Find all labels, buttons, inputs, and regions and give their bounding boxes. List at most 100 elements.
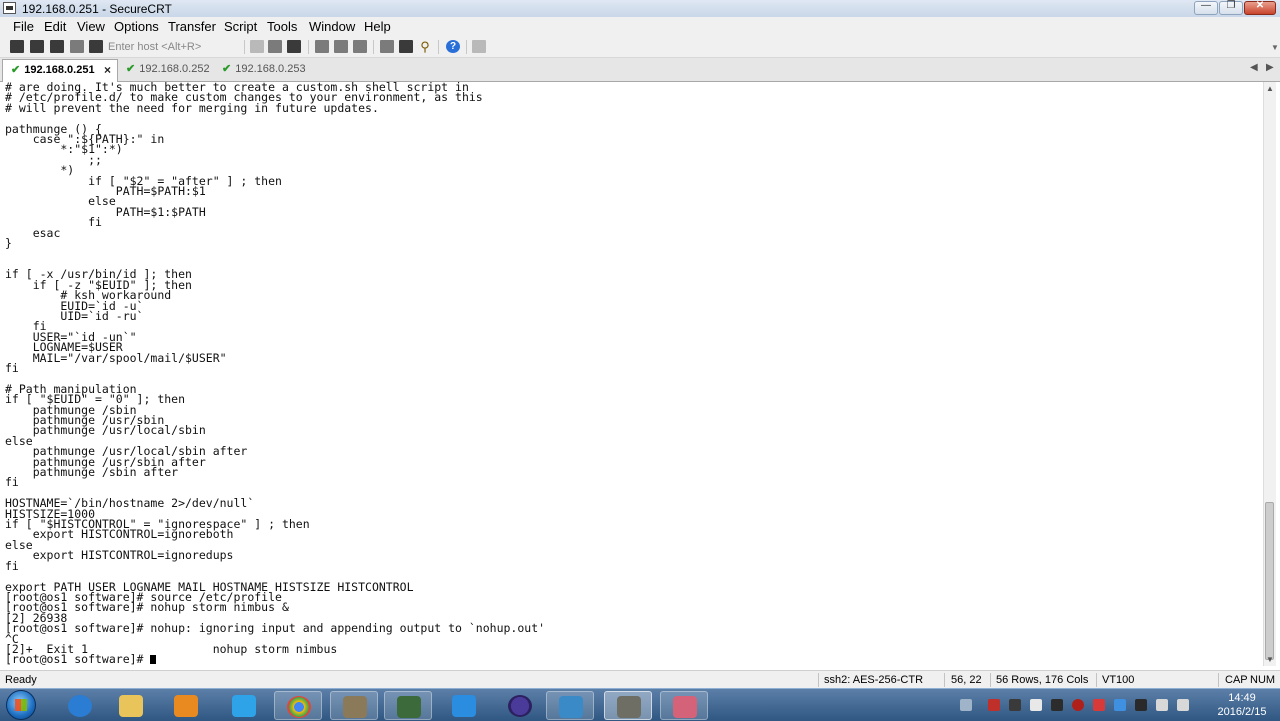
close-button[interactable]: ✕ [1244,0,1276,15]
connect-icon[interactable] [10,40,24,53]
session-options-icon[interactable] [380,40,394,53]
disconnect-icon[interactable] [89,40,103,53]
terminal-line: pathmunge /usr/sbin after [5,454,206,469]
terminal-line: PATH=$PATH:$1 [5,184,206,199]
status-ready: Ready [5,674,37,686]
close-tab-icon[interactable]: × [104,60,111,80]
start-button[interactable] [6,690,36,720]
tab-label: 192.168.0.253 [235,63,306,75]
media-player-icon [174,695,198,717]
print-icon[interactable] [315,40,329,53]
find-icon[interactable] [287,40,301,53]
global-options-icon[interactable] [399,40,413,53]
close-icon: ✕ [1255,0,1265,11]
scroll-down-icon[interactable]: ▼ [1266,655,1274,664]
tray-shield-icon[interactable] [1072,699,1084,711]
title-bar: 192.168.0.251 - SecureCRT — ❐ ✕ [0,0,1280,18]
quick-connect-icon[interactable] [30,40,44,53]
terminal-line: USER="`id -un`" [5,329,137,344]
tab-session-252[interactable]: ✔ 192.168.0.252 [118,59,216,80]
menu-file[interactable]: File [13,19,34,34]
menu-tools[interactable]: Tools [267,19,297,34]
windows-taskbar: 14:49 2016/2/15 [0,688,1280,721]
toolbar: ⚲ ? ▼ [0,37,1280,58]
scroll-up-icon[interactable]: ▲ [1266,84,1274,93]
taskbar-flower-app[interactable] [660,691,708,720]
system-clock[interactable]: 14:49 2016/2/15 [1212,691,1272,719]
terminal-line: EUID=`id -u` [5,298,144,313]
tray-windows-icon[interactable] [1030,699,1042,711]
taskbar-media-player[interactable] [162,691,210,720]
status-num-lock: NUM [1250,674,1276,686]
status-cipher: ssh2: AES-256-CTR [824,674,924,686]
securecrt-app-icon[interactable] [3,2,16,14]
terminal-output[interactable]: # are doing. It's much better to create … [5,82,1261,666]
toolbar-separator [438,40,439,54]
menu-edit[interactable]: Edit [44,19,66,34]
menu-script[interactable]: Script [224,19,257,34]
tab-scroll-right-icon[interactable]: ▶ [1266,62,1274,73]
minimize-icon: — [1201,0,1211,11]
key-icon[interactable]: ⚲ [418,40,432,53]
sftp-icon[interactable] [472,40,486,53]
taskbar-network-app[interactable] [384,691,432,720]
taskbar-file-explorer[interactable] [107,691,155,720]
menu-view[interactable]: View [77,19,105,34]
restore-icon: ❐ [1226,0,1236,11]
tray-app-icon[interactable] [1009,699,1021,711]
connect-tab-icon[interactable] [50,40,64,53]
menu-options[interactable]: Options [114,19,159,34]
toolbar-separator [308,40,309,54]
tray-feather-icon[interactable] [1114,699,1126,711]
terminal-line: *:"$1":*) [5,142,123,157]
taskbar-securecrt[interactable] [604,691,652,720]
reconnect-icon[interactable] [70,40,84,53]
tool-app-icon [343,696,367,718]
tray-input-icon[interactable] [1135,699,1147,711]
terminal-line: HOSTNAME=`/bin/hostname 2>/dev/null` [5,496,255,511]
tab-label: 192.168.0.251 [24,64,95,76]
connected-check-icon: ✔ [222,63,232,75]
taskbar-link-app[interactable] [220,691,268,720]
toolbar-overflow-icon[interactable]: ▼ [1271,43,1279,52]
tab-scroll-left-icon[interactable]: ◀ [1250,62,1258,73]
status-bar: Ready ssh2: AES-256-CTR 56, 22 56 Rows, … [0,670,1280,689]
print-selection-icon[interactable] [334,40,348,53]
taskbar-internet-explorer[interactable] [56,691,104,720]
tray-volume-icon[interactable] [1177,699,1189,711]
tray-expand-icon[interactable] [960,699,972,711]
toolbar-separator [466,40,467,54]
status-separator [1096,673,1097,687]
minimize-button[interactable]: — [1194,0,1218,15]
tray-monitor-icon[interactable] [1051,699,1063,711]
taskbar-app-window[interactable] [546,691,594,720]
menu-transfer[interactable]: Transfer [168,19,216,34]
taskbar-chrome[interactable] [274,691,322,720]
maximize-button[interactable]: ❐ [1219,0,1243,15]
tray-flower-icon[interactable] [1093,699,1105,711]
terminal-scrollbar[interactable]: ▲ ▼ [1263,82,1276,666]
session-tab-bar: ✔ 192.168.0.251 × ✔ 192.168.0.252 ✔ 192.168… [0,58,1280,82]
taskbar-feather-app[interactable] [440,691,488,720]
tab-session-251[interactable]: ✔ 192.168.0.251 × [2,59,118,82]
tray-security-icon[interactable] [988,699,1000,711]
securecrt-icon [617,696,641,718]
taskbar-eclipse[interactable] [496,691,544,720]
status-cursor-position: 56, 22 [951,674,982,686]
menu-help[interactable]: Help [364,19,391,34]
menu-window[interactable]: Window [309,19,355,34]
host-input[interactable] [104,38,236,55]
print-setup-icon[interactable] [353,40,367,53]
tray-network-icon[interactable] [1156,699,1168,711]
help-icon[interactable]: ? [446,40,460,53]
tab-session-253[interactable]: ✔ 192.168.0.253 [214,59,314,80]
terminal-line: pathmunge /sbin [5,402,137,417]
copy-icon[interactable] [250,40,264,53]
internet-explorer-icon [68,695,92,717]
taskbar-tool-app[interactable] [330,691,378,720]
terminal-line: fi [5,475,19,490]
status-separator [944,673,945,687]
scrollbar-thumb[interactable] [1265,502,1274,660]
paste-icon[interactable] [268,40,282,53]
